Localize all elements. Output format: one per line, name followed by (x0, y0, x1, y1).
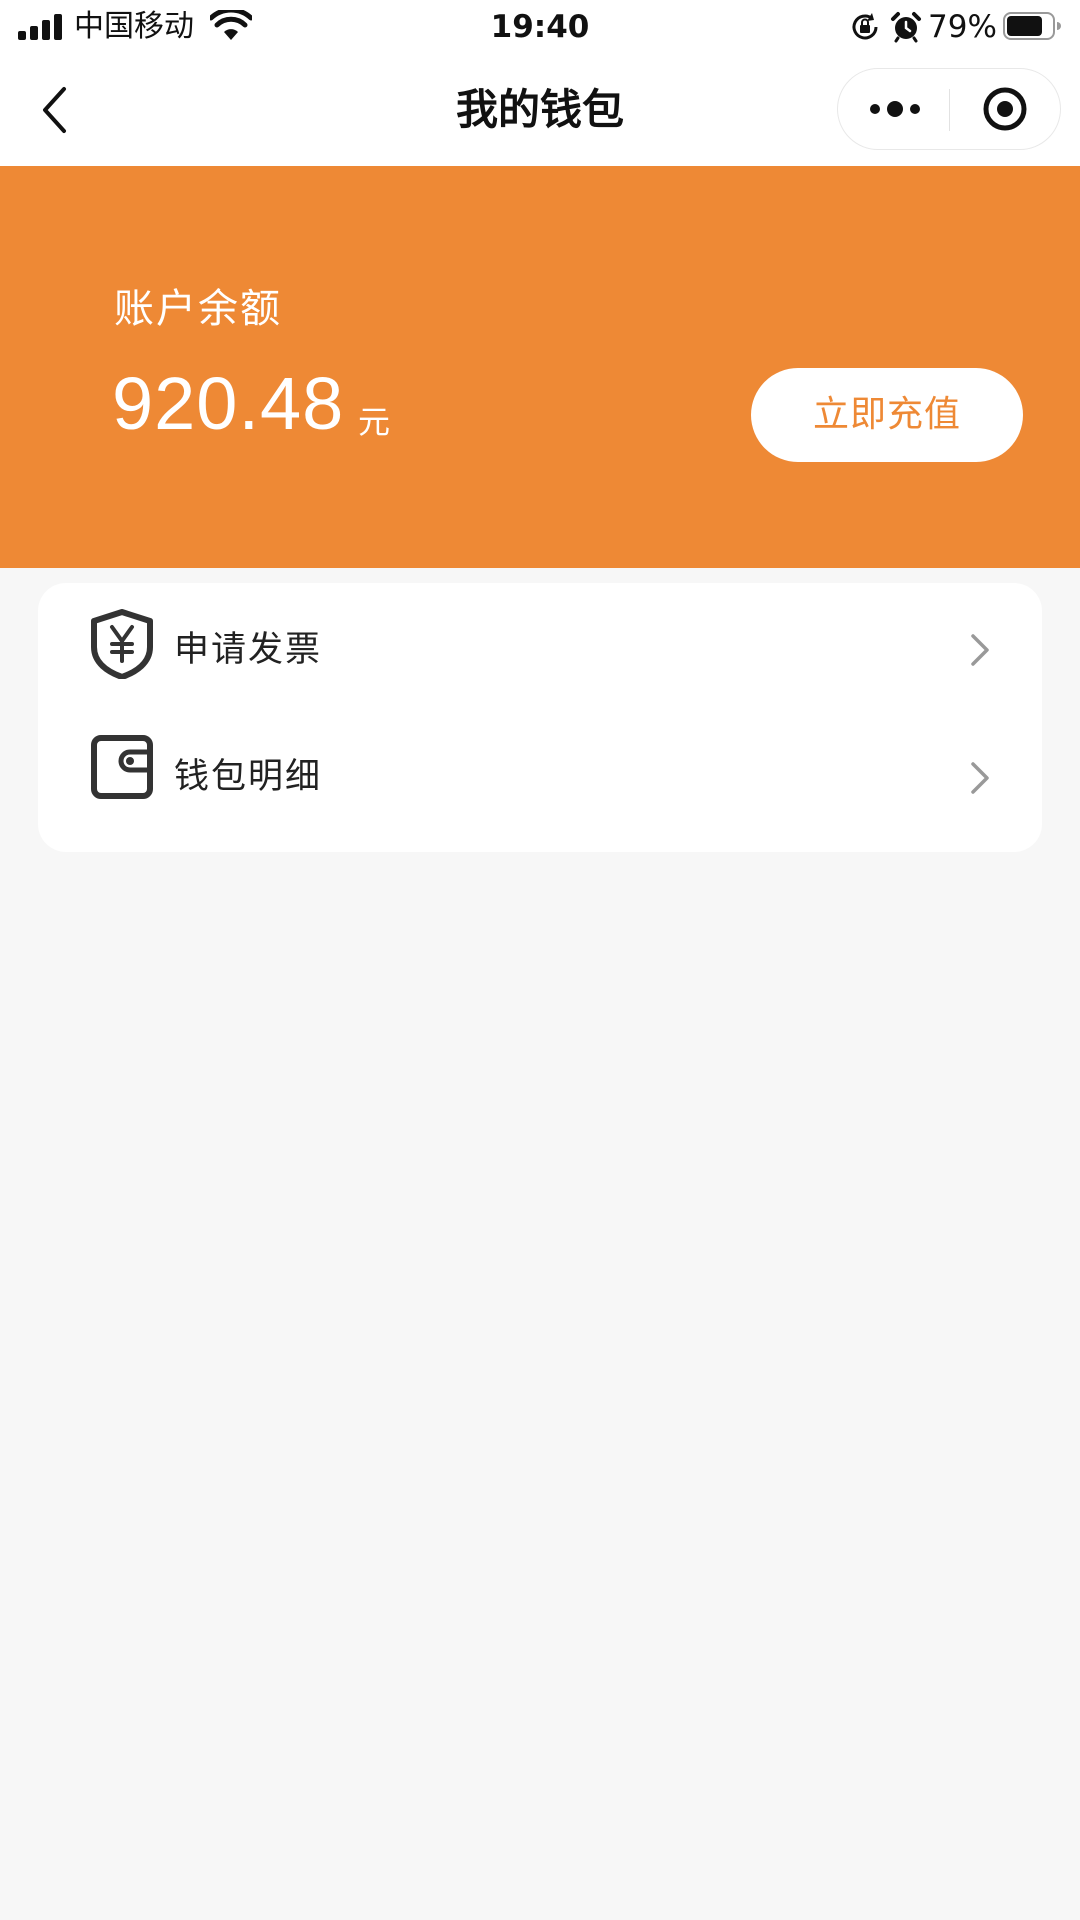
rotation-lock-icon (852, 13, 878, 40)
more-dots-icon (870, 101, 920, 117)
menu-item-apply-invoice[interactable]: 申请发票 (38, 583, 1042, 717)
alarm-icon (891, 12, 921, 43)
status-bar: 中国移动 19:40 79% (0, 0, 1080, 54)
balance-label: 账户余额 (114, 286, 282, 332)
menu-item-label: 申请发票 (174, 630, 323, 670)
more-button[interactable] (838, 69, 949, 149)
battery-icon (1003, 12, 1061, 40)
menu-card: 申请发票 钱包明细 (38, 583, 1042, 852)
invoice-shield-icon (91, 609, 153, 679)
wallet-icon (91, 735, 153, 799)
chevron-right-icon (971, 762, 989, 794)
balance-amount: 920.48 (112, 362, 345, 445)
balance-banner: 账户余额 920.48 元 立即充值 (0, 166, 1080, 568)
menu-item-label: 钱包明细 (174, 757, 323, 797)
target-circle-icon (983, 87, 1027, 131)
balance-unit: 元 (358, 403, 391, 441)
close-miniprogram-button[interactable] (950, 69, 1060, 149)
menu-item-wallet-details[interactable]: 钱包明细 (38, 718, 1042, 852)
navigation-bar: 我的钱包 (0, 54, 1080, 166)
mini-program-capsule (837, 68, 1061, 150)
recharge-button[interactable]: 立即充值 (751, 368, 1023, 462)
chevron-right-icon (971, 634, 989, 666)
battery-percent: 79% (928, 9, 997, 45)
